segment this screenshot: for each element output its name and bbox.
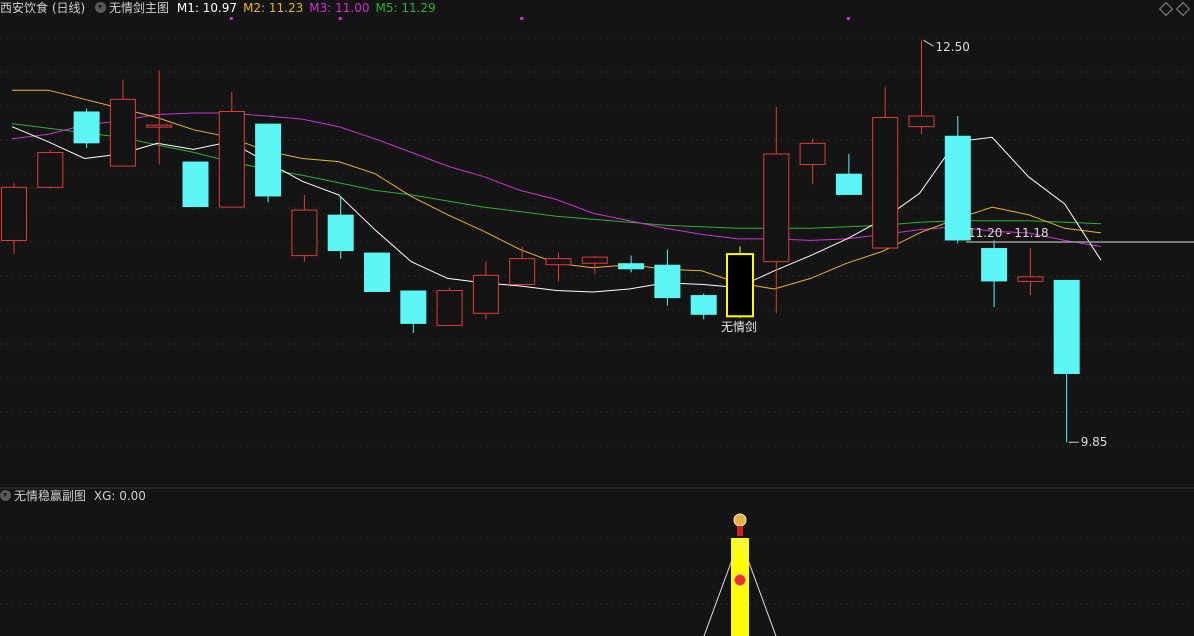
- chevron-down-icon: [0, 490, 11, 501]
- candle-body-up: [872, 117, 899, 249]
- annotations: 11.20 - 11.18 无情剑 12.50 9.85: [229, 17, 1194, 449]
- main-indicator-name: 无情剑主图: [109, 1, 170, 15]
- candle-body-up: [436, 290, 463, 326]
- candle: [109, 79, 136, 167]
- candle: [146, 70, 173, 165]
- candle-body-up: [581, 256, 608, 264]
- sub-indicator-dropdown[interactable]: 无情稳赢副图: [0, 489, 86, 503]
- sub-chart: [703, 513, 777, 636]
- candle: [1053, 279, 1080, 443]
- red-ball-icon: [733, 573, 747, 587]
- min-price-label: 9.85: [1081, 435, 1108, 449]
- candle: [291, 194, 318, 262]
- candle: [908, 40, 935, 135]
- candle-body-up: [1017, 276, 1044, 282]
- chevron-down-icon: [95, 2, 107, 13]
- top-marker: [229, 17, 233, 20]
- candle-body-down: [400, 290, 427, 324]
- candle: [799, 138, 826, 185]
- candle: [255, 123, 282, 203]
- candle: [364, 252, 390, 293]
- candle: [690, 293, 717, 320]
- candle: [400, 290, 427, 333]
- candle: [37, 149, 64, 189]
- ma-line-m5: [11, 123, 1102, 229]
- candle: [763, 106, 790, 314]
- ma-line-m1: [11, 126, 1102, 293]
- candle-body-up: [37, 151, 64, 188]
- candle: [472, 261, 499, 320]
- candle: [726, 246, 754, 318]
- candle-body-down: [618, 263, 645, 270]
- max-price-label: 12.50: [936, 40, 970, 54]
- candle: [872, 87, 899, 249]
- indicator-dropdown[interactable]: 无情剑主图: [95, 1, 169, 15]
- candle-body-up: [799, 142, 826, 166]
- candle: [436, 287, 463, 326]
- candle: [835, 153, 862, 195]
- chart-canvas: 11.20 - 11.18 无情剑 12.50 9.85: [0, 17, 1194, 636]
- range-label: 11.20 - 11.18: [968, 226, 1049, 240]
- candle-body-down: [255, 123, 282, 197]
- max-arrow: [923, 39, 934, 47]
- sub-chart-header: 无情稳赢副图 XG: 0.00: [0, 488, 152, 504]
- candle: [981, 240, 1008, 308]
- top-marker: [520, 17, 524, 20]
- candle-body-up: [146, 124, 173, 128]
- candle-body-down: [327, 214, 354, 252]
- candle-body-down: [981, 248, 1008, 282]
- money-bag-ribbon-icon: [737, 526, 743, 536]
- candle: [654, 249, 681, 306]
- ma-label-2: M2: 11.23: [243, 1, 304, 15]
- candle: [1017, 248, 1044, 296]
- signal-bar: [731, 538, 749, 636]
- candle-body-down: [364, 252, 390, 293]
- candle: [1, 182, 27, 255]
- candle-body-up: [908, 115, 935, 128]
- candle-body-down: [944, 135, 971, 241]
- sub-indicator-name: 无情稳赢副图: [14, 489, 87, 503]
- candle: [618, 255, 645, 273]
- main-chart-header: 西安饮食 (日线) 无情剑主图 M1: 10.97 M2: 11.23 M3: 11…: [0, 0, 448, 16]
- candle-body-up: [291, 209, 318, 257]
- xg-value: XG: 0.00: [93, 489, 146, 503]
- signal-candle-body: [726, 253, 754, 318]
- candle: [73, 108, 100, 148]
- ma-label-3: M3: 11.00: [309, 1, 370, 15]
- signal-label: 无情剑: [721, 319, 757, 334]
- candle: [545, 252, 572, 282]
- top-marker: [846, 17, 850, 20]
- candle-body-up: [545, 258, 572, 266]
- money-bag-icon: [733, 513, 747, 527]
- ma-label-1: M1: 10.97: [176, 1, 238, 15]
- grid-lines: [0, 37, 1194, 605]
- candle-body-down: [654, 264, 681, 299]
- candle: [218, 91, 245, 208]
- candle-body-down: [182, 161, 209, 208]
- candle-body-up: [472, 274, 499, 314]
- candle-body-down: [835, 173, 862, 195]
- candle: [944, 116, 971, 244]
- ma-legend: M1: 10.97 M2: 11.23 M3: 11.00 M5: 11.29: [177, 1, 442, 15]
- candle-body-down: [1053, 279, 1080, 374]
- candles: [1, 40, 1080, 443]
- candle-body-up: [109, 98, 136, 167]
- top-marker: [338, 17, 342, 20]
- stock-title[interactable]: 西安饮食 (日线): [0, 1, 85, 15]
- candle-body-up: [218, 110, 245, 208]
- candle: [581, 255, 608, 274]
- candle: [509, 246, 536, 285]
- candle-body-down: [690, 295, 717, 315]
- candle: [182, 161, 209, 208]
- candle-body-up: [1, 186, 27, 241]
- candle-body-up: [509, 258, 536, 285]
- candle-body-up: [763, 153, 790, 263]
- ma-label-4: M5: 11.29: [375, 1, 436, 15]
- candle-body-down: [73, 111, 100, 144]
